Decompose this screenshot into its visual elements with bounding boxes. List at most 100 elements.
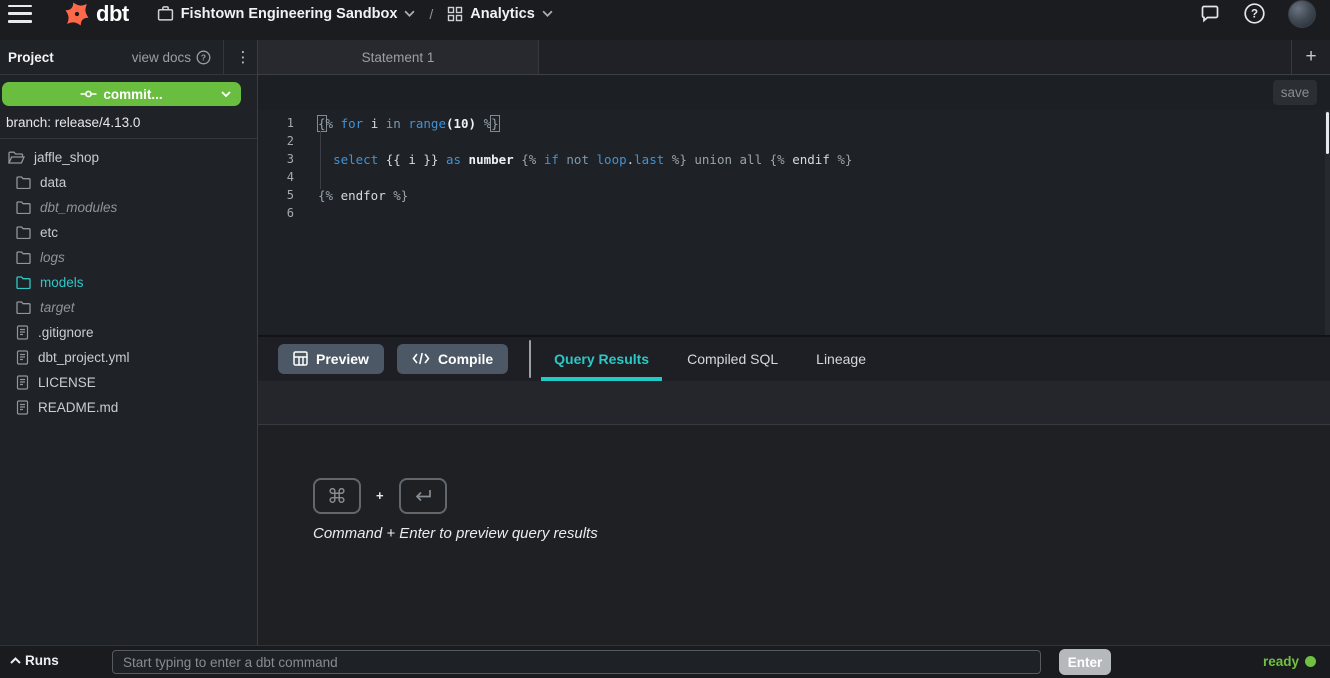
git-commit-icon	[80, 89, 97, 99]
code-line-6: 6	[258, 204, 1330, 222]
folder-icon	[16, 276, 31, 289]
view-docs-link[interactable]: view docs ?	[132, 50, 211, 65]
file-tree-item-dbt-modules[interactable]: dbt_modules	[0, 195, 257, 220]
file-name: dbt_project.yml	[38, 350, 130, 365]
line-number: 3	[258, 152, 294, 166]
file-name: LICENSE	[38, 375, 96, 390]
svg-text:?: ?	[1251, 9, 1258, 21]
line-number: 6	[258, 206, 294, 220]
file-explorer-sidebar: Project view docs ? ⋮	[0, 40, 258, 645]
status-dot-icon	[1305, 656, 1316, 667]
line-number: 2	[258, 134, 294, 148]
results-header-strip	[258, 381, 1330, 425]
chevron-down-icon[interactable]	[221, 91, 231, 97]
workspace: Project view docs ? ⋮	[0, 40, 1330, 645]
table-icon	[293, 351, 308, 366]
file-name: dbt_modules	[40, 200, 117, 215]
file-tree-item-etc[interactable]: etc	[0, 220, 257, 245]
folder-icon	[16, 301, 31, 314]
file-icon	[16, 325, 29, 340]
preview-button[interactable]: Preview	[278, 344, 384, 374]
empty-state-hint: Command + Enter to preview query results	[313, 525, 598, 542]
code-line-1: 1{% for i in range(10) %}	[258, 114, 1330, 132]
code-line-5: 5{% endfor %}	[258, 186, 1330, 204]
editor-scrollbar-track	[1325, 110, 1330, 335]
editor-action-strip: save	[258, 75, 1330, 110]
file-tree-item-data[interactable]: data	[0, 170, 257, 195]
chevron-down-icon	[542, 10, 553, 17]
help-icon[interactable]: ?	[1243, 2, 1266, 25]
file-icon	[16, 375, 29, 390]
question-circle-icon: ?	[196, 50, 211, 65]
file-name: target	[40, 300, 75, 315]
chevron-down-icon	[404, 10, 415, 17]
briefcase-icon	[157, 5, 174, 22]
branch-label: branch: release/4.13.0	[0, 106, 257, 139]
runs-drawer-toggle[interactable]: Runs	[10, 653, 59, 668]
code-line-3: 3 select {{ i }} as number {% if not loo…	[258, 150, 1330, 168]
file-name: models	[40, 275, 84, 290]
file-icon	[16, 350, 29, 365]
commit-button[interactable]: commit...	[2, 82, 241, 106]
results-toolbar: Preview Compile Query ResultsCompiled SQ…	[258, 335, 1330, 381]
code-editor[interactable]: 1{% for i in range(10) %} 2 3 select {{ i …	[258, 110, 1330, 335]
plus-icon: +	[1305, 46, 1316, 68]
results-tab-query-results[interactable]: Query Results	[535, 337, 668, 381]
file-tree-item-readme-md[interactable]: README.md	[0, 395, 257, 420]
chevron-up-icon	[10, 657, 21, 664]
results-tab-lineage[interactable]: Lineage	[797, 337, 885, 381]
dbt-logo-mark-icon	[62, 0, 92, 29]
file-tree-item-gitignore[interactable]: .gitignore	[0, 320, 257, 345]
grid-icon	[447, 6, 463, 22]
toolbar-divider	[529, 340, 531, 378]
file-name: data	[40, 175, 66, 190]
dbt-command-input[interactable]	[112, 650, 1041, 674]
code-line-4: 4	[258, 168, 1330, 186]
file-name: README.md	[38, 400, 118, 415]
code-line-2: 2	[258, 132, 1330, 150]
file-tree-item-dbt-project-yml[interactable]: dbt_project.yml	[0, 345, 257, 370]
dbt-logo[interactable]: dbt	[62, 0, 129, 29]
indent-guide	[320, 131, 321, 189]
file-name: .gitignore	[38, 325, 94, 340]
sidebar-menu-kebab-icon[interactable]: ⋮	[233, 48, 257, 66]
editor-scrollbar[interactable]	[1326, 112, 1329, 154]
folder-icon	[16, 251, 31, 264]
file-tree: jaffle_shop data dbt_modules etc logs mo…	[0, 145, 257, 420]
line-number: 1	[258, 116, 294, 130]
breadcrumb-separator: /	[429, 6, 433, 22]
command-bar: Runs Enter ready	[0, 645, 1330, 678]
file-tree-item-models[interactable]: models	[0, 270, 257, 295]
enter-button[interactable]: Enter	[1059, 649, 1111, 675]
results-tab-compiled-sql[interactable]: Compiled SQL	[668, 337, 797, 381]
file-tree-item-jaffle-shop[interactable]: jaffle_shop	[0, 145, 257, 170]
file-name: jaffle_shop	[34, 150, 99, 165]
compile-button[interactable]: Compile	[397, 344, 508, 374]
file-tree-item-logs[interactable]: logs	[0, 245, 257, 270]
tab-statement-1[interactable]: Statement 1	[258, 40, 539, 74]
folder-open-icon	[8, 151, 25, 165]
code-icon	[412, 352, 430, 365]
sidebar-header: Project view docs ? ⋮	[0, 40, 257, 75]
results-tab-list: Query ResultsCompiled SQLLineage	[535, 337, 885, 381]
chat-icon[interactable]	[1199, 3, 1221, 25]
hamburger-menu-icon[interactable]	[8, 5, 32, 23]
commit-button-label: commit...	[103, 87, 162, 102]
editor-tab-bar: Statement 1 +	[258, 40, 1330, 75]
file-name: etc	[40, 225, 58, 240]
file-tree-item-license[interactable]: LICENSE	[0, 370, 257, 395]
save-button[interactable]: save	[1273, 80, 1317, 105]
dbt-logo-text: dbt	[96, 1, 129, 27]
file-name: logs	[40, 250, 65, 265]
folder-icon	[16, 226, 31, 239]
enter-keycap-icon	[399, 478, 447, 514]
runs-label: Runs	[25, 653, 59, 668]
new-tab-button[interactable]: +	[1291, 40, 1330, 74]
folder-icon	[16, 176, 31, 189]
user-avatar[interactable]	[1288, 0, 1316, 28]
command-keycap-icon: ⌘	[313, 478, 361, 514]
file-tree-item-target[interactable]: target	[0, 295, 257, 320]
file-icon	[16, 400, 29, 415]
account-switcher[interactable]: Analytics	[447, 6, 552, 22]
project-switcher[interactable]: Fishtown Engineering Sandbox	[157, 5, 416, 22]
